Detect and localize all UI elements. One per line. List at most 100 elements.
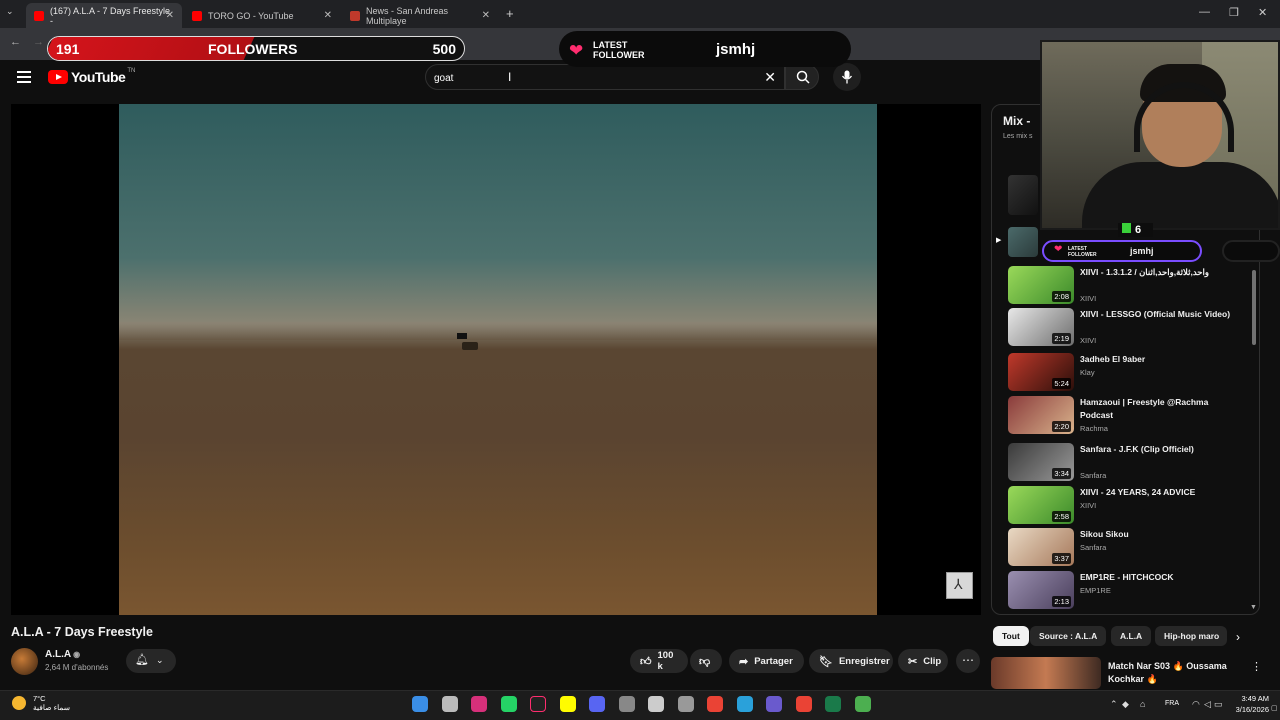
video-thumbnail[interactable]: 3:34	[1008, 443, 1074, 481]
video-channel[interactable]: EMP1RE	[1080, 586, 1111, 595]
chip-hiphop[interactable]: Hip-hop maro	[1155, 626, 1227, 646]
download-icon[interactable]	[854, 696, 871, 712]
chevron-right-icon[interactable]: ›	[1236, 630, 1240, 644]
video-channel[interactable]: Rachma	[1080, 424, 1108, 433]
tab-list-chevron-icon[interactable]: ⌄	[6, 6, 14, 17]
maximize-icon[interactable]: ❐	[1229, 6, 1239, 19]
video-title[interactable]: Sanfara - J.F.K (Clip Officiel)	[1080, 443, 1240, 456]
tiktok-icon[interactable]	[530, 696, 546, 712]
video-title[interactable]: XIIVI - LESSGO (Official Music Video)	[1080, 308, 1240, 321]
chrome-icon[interactable]	[707, 696, 723, 712]
snapchat-icon[interactable]	[559, 696, 576, 712]
tab-close-icon[interactable]: ✕	[166, 10, 174, 21]
subscriber-count: 2,64 M d'abonnés	[45, 663, 109, 672]
video-title[interactable]: 3adheb El 9aber	[1080, 353, 1240, 366]
video-channel[interactable]: Klay	[1080, 368, 1095, 377]
now-playing-thumbnail[interactable]	[1008, 227, 1038, 257]
battery-icon[interactable]: ▭	[1214, 699, 1223, 710]
terminal-icon[interactable]	[825, 696, 841, 712]
system-clock[interactable]: 3:49 AM 3/16/2026	[1227, 693, 1269, 715]
chip-artist[interactable]: A.L.A	[1111, 626, 1152, 646]
windows-start-icon[interactable]	[412, 696, 428, 712]
video-thumbnail[interactable]: 5:24	[1008, 353, 1074, 391]
video-thumbnail[interactable]: 2:58	[1008, 486, 1074, 524]
channel-name-row[interactable]: A.L.A ◉	[45, 649, 80, 660]
wifi-icon[interactable]: ◠	[1192, 699, 1200, 710]
playlist-item[interactable]: 2:13 EMP1RE - HITCHCOCK EMP1RE	[1008, 571, 1248, 611]
tray-app-icon[interactable]: ◆	[1122, 699, 1129, 710]
playlist-item[interactable]: 2:08 XIIVI - 1.3.1.2 / واحد,ثلاثة,واحد,اث…	[1008, 266, 1248, 306]
obs-icon[interactable]	[766, 696, 782, 712]
video-thumbnail[interactable]: 3:37	[1008, 528, 1074, 566]
playlist-item[interactable]: 2:19 XIIVI - LESSGO (Official Music Video…	[1008, 308, 1248, 348]
plus-icon[interactable]: +	[506, 6, 514, 21]
video-title[interactable]: Hamzaoui | Freestyle @Rachma Podcast	[1080, 396, 1240, 422]
clip-button[interactable]: ✂ Clip	[898, 649, 948, 673]
network-icon[interactable]: ⌂	[1140, 699, 1145, 709]
notification-bell-button[interactable]: 🔔︎ ⌄	[126, 649, 176, 673]
channel-name[interactable]: A.L.A	[45, 649, 71, 660]
clear-search-icon[interactable]: ✕	[764, 69, 776, 86]
playlist-item[interactable]: 5:24 3adheb El 9aber Klay	[1008, 353, 1248, 393]
chevron-up-icon[interactable]: ⌃	[1110, 699, 1118, 710]
close-icon[interactable]: ✕	[1258, 6, 1267, 19]
video-channel[interactable]: Sanfara	[1080, 471, 1106, 480]
save-button[interactable]: 🔖︎ Enregistrer	[809, 649, 893, 673]
telegram-icon[interactable]	[736, 696, 753, 712]
instagram-icon[interactable]	[471, 696, 487, 712]
video-thumbnail[interactable]: 2:13	[1008, 571, 1074, 609]
minimize-icon[interactable]: —	[1199, 6, 1210, 18]
language-indicator[interactable]: FRA	[1165, 700, 1179, 707]
weather-widget[interactable]: 7°C سماء صافية	[12, 694, 70, 712]
video-frame[interactable]	[119, 104, 877, 615]
video-figure	[457, 333, 467, 339]
whatsapp-icon[interactable]	[500, 696, 517, 712]
chip-all[interactable]: Tout	[993, 626, 1029, 646]
tab-close-icon[interactable]: ✕	[482, 10, 490, 21]
tab-sa-mp-news[interactable]: News - San Andreas Multiplaye ✕	[342, 3, 498, 28]
playlist-scrollbar[interactable]	[1252, 270, 1256, 345]
discord-icon[interactable]	[589, 696, 605, 712]
video-channel[interactable]: Sanfara	[1080, 543, 1106, 552]
dislike-button[interactable]: 👎︎	[690, 649, 722, 673]
video-channel[interactable]: XIIVI	[1080, 294, 1096, 303]
scroll-down-icon[interactable]: ▼	[1250, 604, 1257, 611]
more-actions-icon[interactable]: ⋯	[956, 649, 980, 673]
video-channel[interactable]: XIIVI	[1080, 336, 1096, 345]
video-title[interactable]: Sikou Sikou	[1080, 528, 1240, 541]
hamburger-menu-icon[interactable]	[17, 71, 31, 83]
settings-icon[interactable]	[618, 696, 635, 712]
copilot-icon[interactable]	[677, 696, 694, 712]
chrome-active-icon[interactable]	[795, 696, 812, 712]
more-options-icon[interactable]: ⋮	[1251, 660, 1262, 673]
video-title[interactable]: EMP1RE - HITCHCOCK	[1080, 571, 1240, 584]
chatgpt-icon[interactable]	[648, 696, 664, 712]
next-video-thumbnail[interactable]	[991, 657, 1101, 689]
playlist-item[interactable]: 2:58 XIIVI - 24 YEARS, 24 ADVICE XIIVI	[1008, 486, 1248, 526]
forward-arrow-icon[interactable]: →	[33, 36, 44, 48]
playlist-item[interactable]: 3:34 Sanfara - J.F.K (Clip Officiel) Sanfa…	[1008, 443, 1248, 483]
next-video-title[interactable]: Match Nar S03 🔥 Oussama Kochkar 🔥	[1108, 660, 1238, 686]
video-title[interactable]: XIIVI - 24 YEARS, 24 ADVICE	[1080, 486, 1240, 499]
video-channel[interactable]: XIIVI	[1080, 501, 1096, 510]
file-explorer-icon[interactable]	[441, 696, 458, 712]
tab-toro-go[interactable]: TORO GO - YouTube ✕	[184, 3, 340, 28]
volume-icon[interactable]: ◁	[1204, 699, 1211, 710]
tab-ala-video[interactable]: (167) A.L.A - 7 Days Freestyle - ✕	[26, 3, 182, 28]
playlist-item[interactable]: 2:20 Hamzaoui | Freestyle @Rachma Podcast…	[1008, 396, 1248, 436]
like-button[interactable]: 👍︎ 100 k	[630, 649, 688, 673]
video-thumbnail[interactable]: 2:20	[1008, 396, 1074, 434]
share-button[interactable]: ➦ Partager	[729, 649, 804, 673]
search-input[interactable]	[434, 69, 754, 87]
video-thumbnail[interactable]: 2:19	[1008, 308, 1074, 346]
notification-icon[interactable]: ▢	[1271, 704, 1278, 712]
chip-source[interactable]: Source : A.L.A	[1030, 626, 1107, 646]
back-arrow-icon[interactable]: ←	[10, 36, 21, 48]
youtube-logo[interactable]: YouTube TN	[48, 68, 135, 85]
video-thumbnail[interactable]: 2:08	[1008, 266, 1074, 304]
playlist-item[interactable]: 3:37 Sikou Sikou Sanfara	[1008, 528, 1248, 568]
playlist-thumbnail[interactable]	[1008, 175, 1038, 215]
video-title[interactable]: XIIVI - 1.3.1.2 / واحد,ثلاثة,واحد,اثنان	[1080, 266, 1240, 279]
tab-close-icon[interactable]: ✕	[324, 10, 332, 21]
channel-avatar[interactable]	[11, 648, 38, 675]
